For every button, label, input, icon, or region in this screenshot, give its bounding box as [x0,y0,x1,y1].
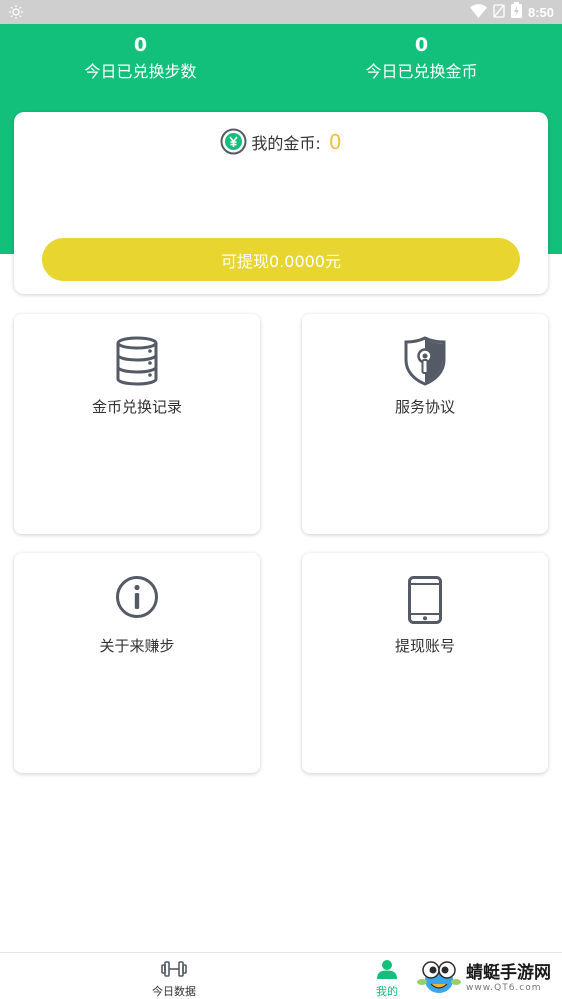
shield-lock-icon [302,336,548,386]
yen-coin-icon [220,128,247,155]
withdraw-account-card[interactable]: 提现账号 [302,553,548,773]
coins-label: 今日已兑换金币 [365,62,478,81]
tablet-icon [302,575,548,625]
database-icon [14,336,260,386]
steps-stat: 0 今日已兑换步数 [0,34,281,82]
status-time: 8:50 [527,4,554,20]
person-icon [347,959,427,981]
info-icon [14,575,260,619]
steps-label: 今日已兑换步数 [84,62,197,81]
service-agreement-label: 服务协议 [394,398,455,416]
nav-mine-label: 我的 [376,985,398,998]
nav-today-label: 今日数据 [152,985,196,998]
coin-card: 我的金币: 0 可提现0.0000元 [14,112,548,294]
about-card[interactable]: 关于来赚步 [14,553,260,773]
status-bar: 8:50 [0,0,562,24]
exchange-record-label: 金币兑换记录 [91,398,182,416]
dragonfly-logo-icon [416,956,462,999]
watermark-title: 蜻蜓手游网 [466,963,551,983]
service-agreement-card[interactable]: 服务协议 [302,314,548,534]
withdraw-button[interactable]: 可提现0.0000元 [42,238,520,281]
coin-balance-value: 0 [328,129,342,154]
coin-balance-row: 我的金币: 0 [14,128,548,155]
exchange-record-card[interactable]: 金币兑换记录 [14,314,260,534]
no-signal-icon [493,3,505,22]
coin-balance-label: 我的金币: [251,133,321,153]
about-label: 关于来赚步 [99,637,175,655]
coins-value: 0 [414,34,429,56]
coins-stat: 0 今日已兑换金币 [281,34,562,82]
nav-mine[interactable]: 我的 [347,959,427,999]
watermark: 蜻蜓手游网 www.QT6.com [416,957,562,999]
dumbbell-icon [134,959,214,981]
battery-icon [510,2,522,22]
brightness-icon [9,4,23,23]
withdraw-account-label: 提现账号 [394,637,455,655]
wifi-icon [469,3,487,22]
watermark-url: www.QT6.com [466,983,542,993]
nav-today-data[interactable]: 今日数据 [134,959,214,999]
steps-value: 0 [133,34,148,56]
